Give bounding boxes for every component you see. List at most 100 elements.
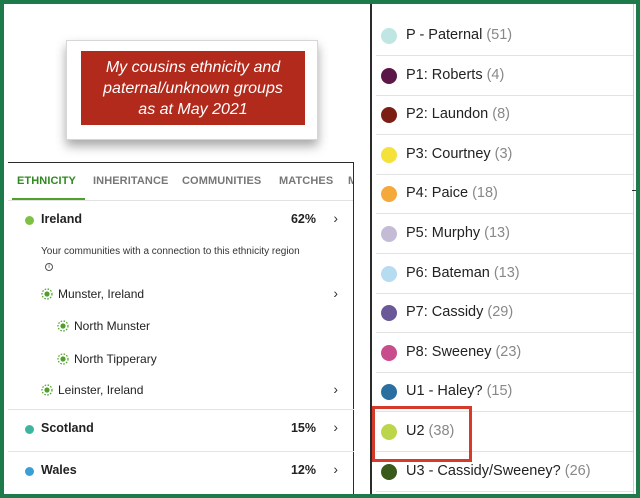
group-name: P3: Courtney <box>406 145 491 162</box>
group-name: U3 - Cassidy/Sweeney? <box>406 462 561 479</box>
group-count: (29) <box>487 304 514 321</box>
group-label: P8: Sweeney (23) <box>406 344 521 360</box>
match-group-row[interactable]: P4: Paice (18) <box>376 174 633 215</box>
match-group-row[interactable]: P3: Courtney (3) <box>376 135 633 175</box>
divider <box>8 451 354 452</box>
community-row-munster[interactable]: Munster, Ireland › <box>8 281 354 309</box>
group-count: (4) <box>486 66 505 83</box>
community-icon <box>41 288 53 300</box>
highlight-box <box>372 406 472 462</box>
group-count: (8) <box>492 106 510 123</box>
communities-note: Your communities with a connection to th… <box>41 245 311 273</box>
community-label: North Munster <box>74 319 151 333</box>
group-label: P6: Bateman (13) <box>406 265 520 281</box>
info-icon[interactable]: i <box>45 263 53 271</box>
group-label: P1: Roberts (4) <box>406 67 504 83</box>
region-name: Ireland <box>41 212 82 226</box>
ethnicity-panel: ETHNICITY INHERITANCE COMMUNITIES MATCHE… <box>8 162 354 494</box>
group-label: P2: Laundon (8) <box>406 106 510 122</box>
chevron-right-icon: › <box>333 381 338 397</box>
region-row-wales[interactable]: Wales 12% › <box>8 454 354 488</box>
group-label: P - Paternal (51) <box>406 27 512 43</box>
group-color-dot <box>381 384 397 401</box>
group-count: (23) <box>495 343 522 360</box>
group-count: (18) <box>472 185 498 202</box>
group-color-dot <box>381 226 397 242</box>
region-color-dot <box>25 425 34 434</box>
group-name: P1: Roberts <box>406 66 483 83</box>
group-count: (51) <box>486 27 513 43</box>
tab-bar: ETHNICITY INHERITANCE COMMUNITIES MATCHE… <box>8 163 353 201</box>
group-name: P8: Sweeney <box>406 343 492 360</box>
community-row-north-tipperary[interactable]: North Tipperary <box>8 346 354 374</box>
group-color-dot <box>381 67 397 84</box>
region-percent: 62% <box>290 212 316 226</box>
region-name: Wales <box>41 463 77 477</box>
group-name: U1 - Haley? <box>406 383 483 400</box>
group-label: U1 - Haley? (15) <box>406 383 512 399</box>
group-label: P7: Cassidy (29) <box>406 304 513 320</box>
community-row-north-munster[interactable]: North Munster <box>8 313 354 341</box>
chevron-right-icon: › <box>333 210 338 226</box>
group-color-dot <box>381 28 397 44</box>
group-name: P - Paternal <box>406 27 483 43</box>
group-name: P4: Paice <box>406 185 469 202</box>
group-label: U3 - Cassidy/Sweeney? (26) <box>406 463 591 479</box>
region-percent: 15% <box>290 421 316 435</box>
title-line-3: as at May 2021 <box>138 100 248 118</box>
chevron-right-icon: › <box>333 285 338 301</box>
match-group-row[interactable]: P5: Murphy (13) <box>376 214 633 254</box>
group-color-dot <box>381 305 397 322</box>
active-tab-indicator <box>12 198 85 200</box>
chevron-right-icon: › <box>333 419 338 435</box>
group-count: (3) <box>494 145 513 162</box>
divider-tick <box>632 190 636 191</box>
group-name: P5: Murphy <box>406 225 481 241</box>
title-card: My cousins ethnicity and paternal/unknow… <box>66 40 318 140</box>
group-color-dot <box>381 265 397 282</box>
group-name: P6: Bateman <box>406 264 490 281</box>
chevron-right-icon: › <box>333 461 338 477</box>
match-group-row[interactable]: P8: Sweeney (23) <box>376 333 633 373</box>
group-count: (13) <box>493 264 520 281</box>
community-icon <box>57 353 69 365</box>
group-name: P7: Cassidy <box>406 304 484 321</box>
group-label: P3: Courtney (3) <box>406 146 512 162</box>
group-label: P5: Murphy (13) <box>406 225 510 241</box>
match-group-row[interactable]: P6: Bateman (13) <box>376 254 633 294</box>
group-label: P4: Paice (18) <box>406 185 498 201</box>
group-color-dot <box>381 146 397 163</box>
region-name: Scotland <box>41 421 94 435</box>
community-icon <box>41 384 53 396</box>
group-color-dot <box>381 107 397 124</box>
screenshot-frame: My cousins ethnicity and paternal/unknow… <box>0 0 640 498</box>
title-banner: My cousins ethnicity and paternal/unknow… <box>81 51 305 125</box>
region-color-dot <box>25 467 34 476</box>
community-icon <box>57 320 69 332</box>
match-group-row[interactable]: P7: Cassidy (29) <box>376 293 633 334</box>
region-row-ireland[interactable]: Ireland 62% › <box>8 203 354 237</box>
community-label: Munster, Ireland <box>58 287 145 301</box>
region-color-dot <box>25 216 34 225</box>
region-row-scotland[interactable]: Scotland 15% › <box>8 412 354 446</box>
group-count: (13) <box>484 225 510 241</box>
match-group-row[interactable]: P - Paternal (51) <box>376 16 633 56</box>
match-group-row[interactable]: P1: Roberts (4) <box>376 56 633 96</box>
group-color-dot <box>381 344 397 361</box>
region-percent: 12% <box>290 463 316 477</box>
community-label: Leinster, Ireland <box>58 383 144 397</box>
communities-note-text: Your communities with a connection to th… <box>41 246 300 257</box>
community-row-leinster[interactable]: Leinster, Ireland › <box>8 377 354 405</box>
tab-communities[interactable]: COMMUNITIES <box>182 175 261 187</box>
group-count: (15) <box>486 383 513 400</box>
tab-matches[interactable]: MATCHES <box>279 175 333 187</box>
tab-ethnicity[interactable]: ETHNICITY <box>17 175 76 187</box>
group-color-dot <box>381 186 397 203</box>
title-line-2: paternal/unknown groups <box>103 79 283 97</box>
group-name: P2: Laundon <box>406 106 489 123</box>
group-count: (26) <box>564 462 591 479</box>
divider <box>8 409 354 410</box>
tab-inheritance[interactable]: INHERITANCE <box>93 175 168 187</box>
tab-more[interactable]: M <box>348 175 353 187</box>
match-group-row[interactable]: P2: Laundon (8) <box>376 95 633 136</box>
